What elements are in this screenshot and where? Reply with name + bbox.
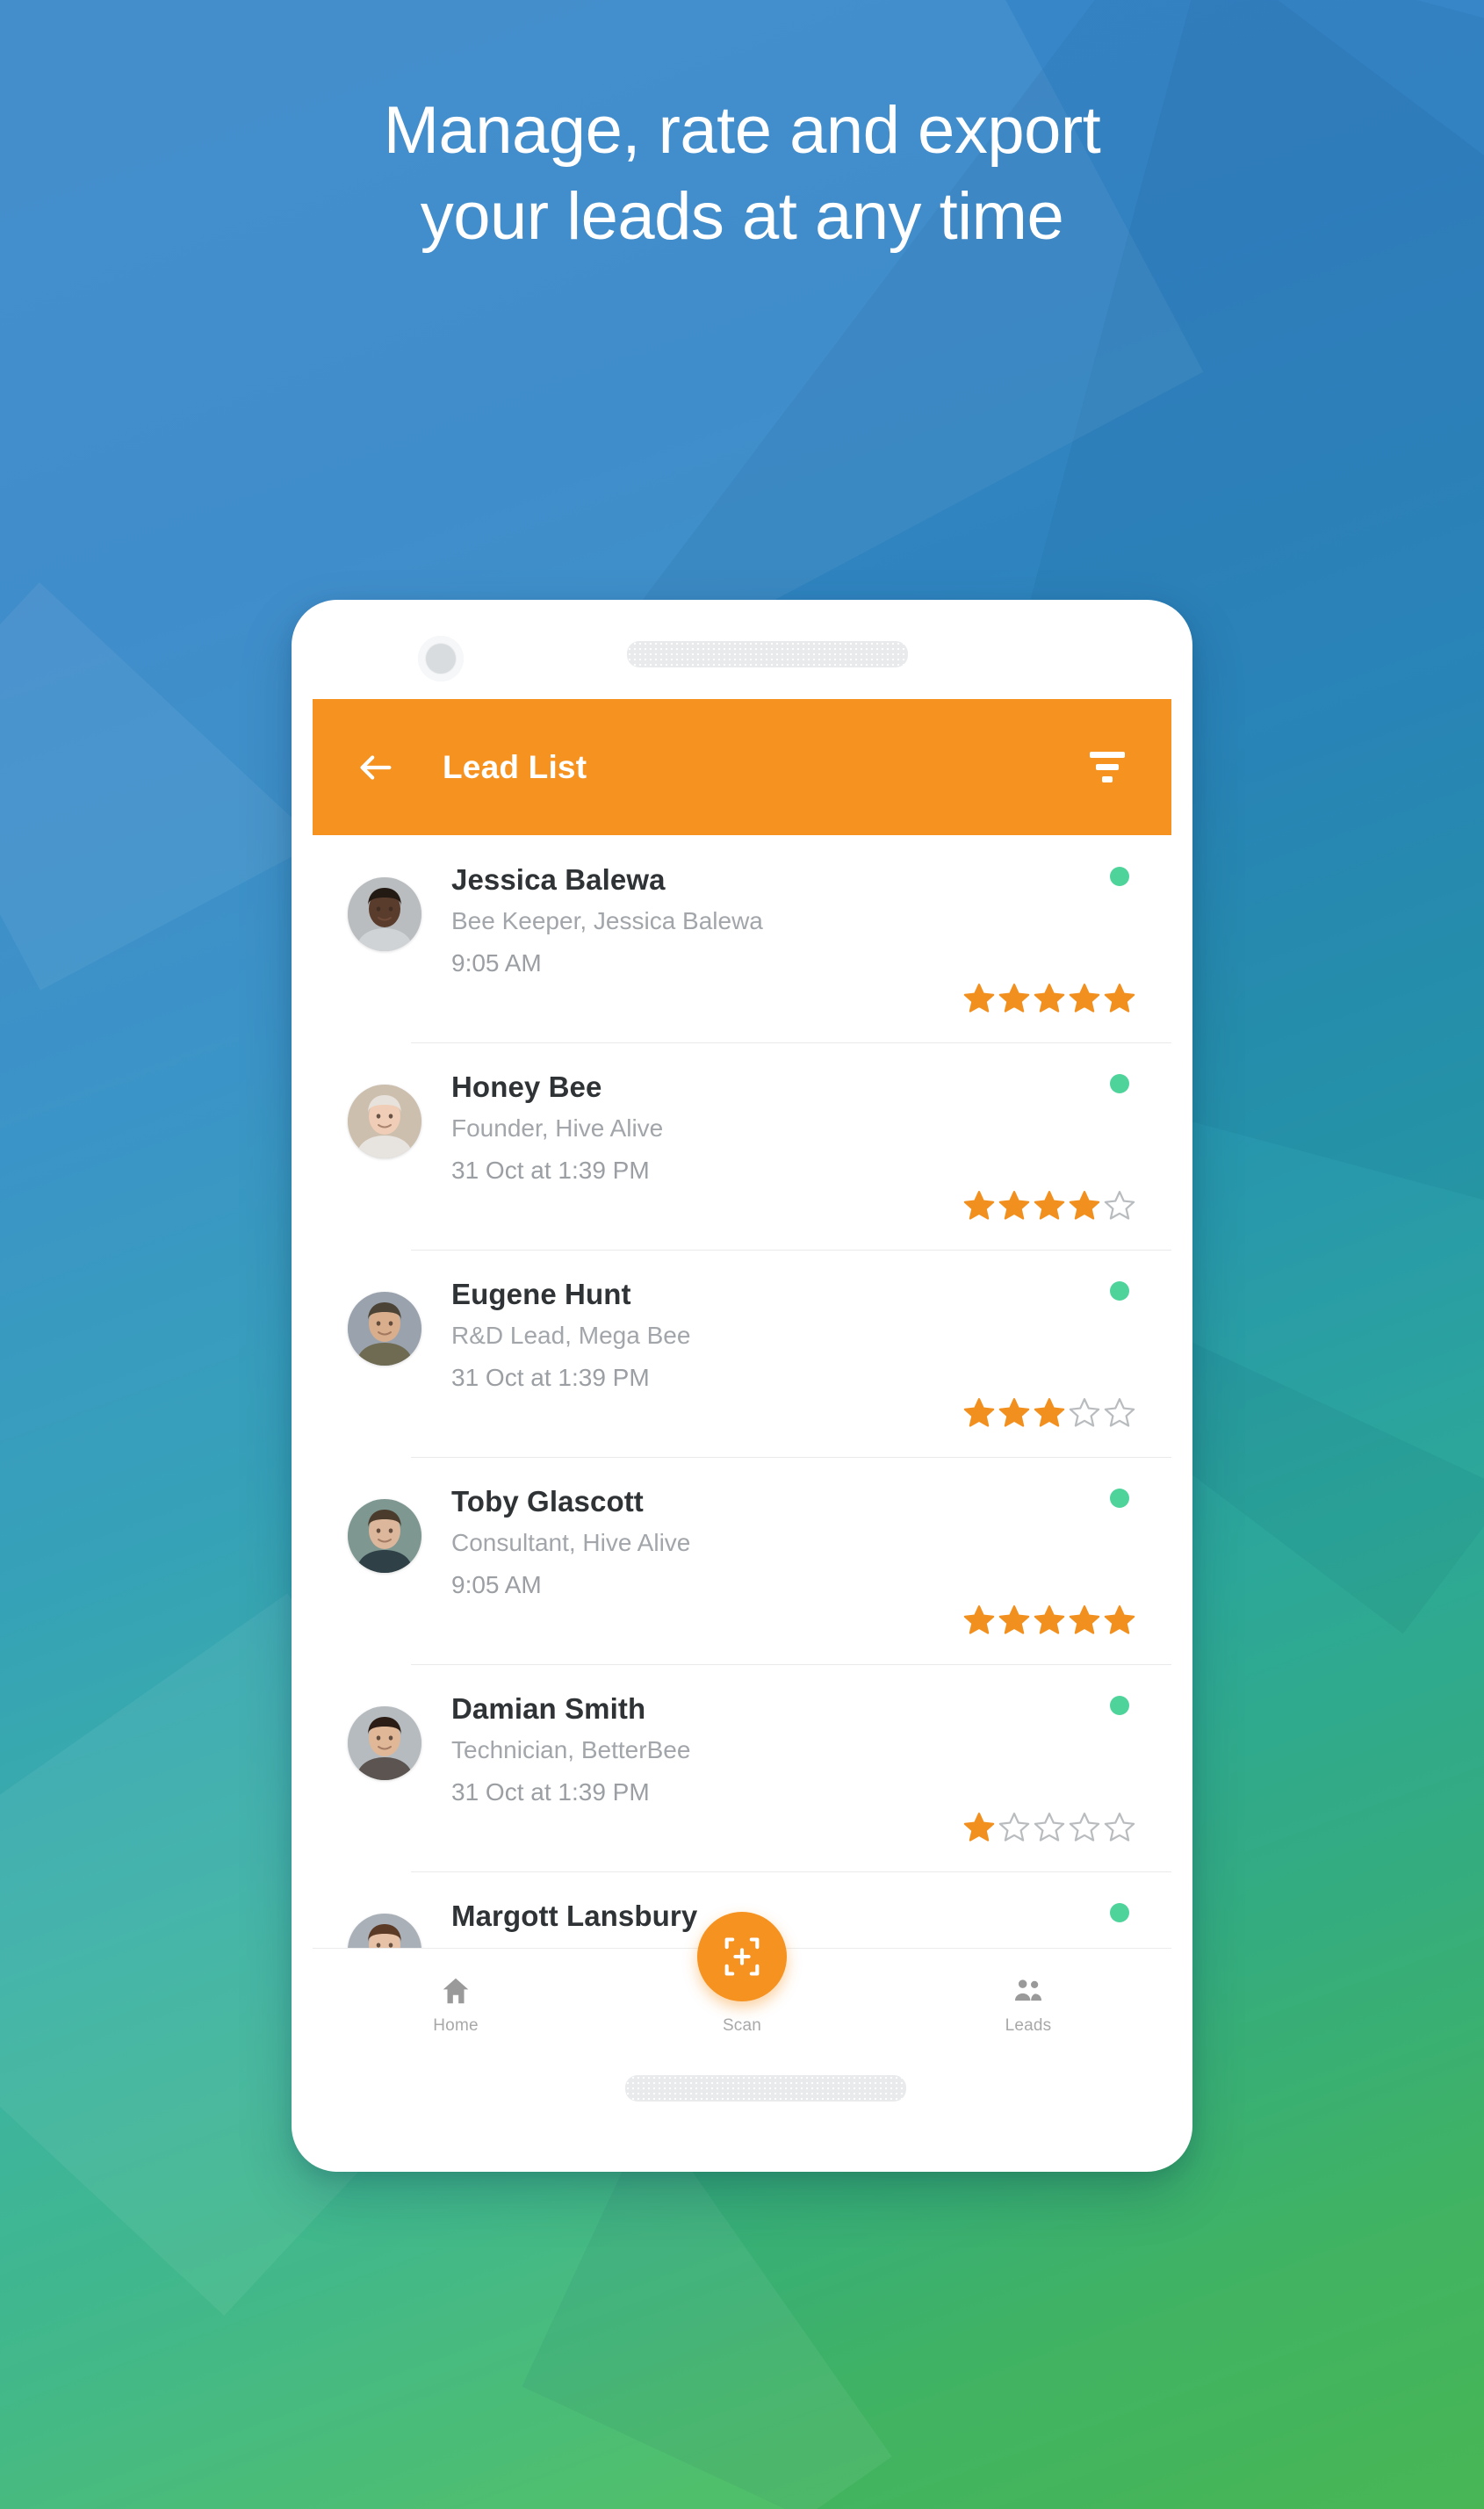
nav-label-leads: Leads: [1005, 2016, 1052, 2035]
star-icon[interactable]: [962, 1395, 996, 1429]
phone-screen: Lead List Jessica Balewa Bee Keeper, Jess…: [313, 699, 1171, 2053]
bottom-navigation: Home Scan Leads: [313, 1912, 1171, 2053]
lead-list-item[interactable]: Damian Smith Technician, BetterBee 31 Oct …: [313, 1664, 1171, 1871]
lead-list: Jessica Balewa Bee Keeper, Jessica Balewa…: [313, 835, 1171, 2053]
lead-list-item[interactable]: Eugene Hunt R&D Lead, Mega Bee 31 Oct at 1…: [313, 1250, 1171, 1457]
star-icon[interactable]: [998, 1810, 1031, 1843]
status-badge: [1110, 1281, 1129, 1301]
star-icon[interactable]: [1068, 981, 1101, 1014]
lead-meta: [934, 1069, 1136, 1227]
avatar: [348, 1706, 421, 1780]
filter-icon[interactable]: [1080, 740, 1135, 795]
star-icon[interactable]: [1033, 1603, 1066, 1636]
page-title: Lead List: [443, 748, 587, 785]
star-icon[interactable]: [1033, 1188, 1066, 1222]
star-icon[interactable]: [1103, 1810, 1136, 1843]
nav-label-home: Home: [433, 2016, 479, 2035]
status-badge: [1110, 1074, 1129, 1093]
star-icon[interactable]: [962, 981, 996, 1014]
star-icon[interactable]: [1103, 981, 1136, 1014]
lead-list-item[interactable]: Toby Glascott Consultant, Hive Alive 9:05 …: [313, 1457, 1171, 1664]
avatar: [348, 1292, 421, 1366]
speaker-grille-icon: [625, 2075, 906, 2102]
avatar: [348, 1085, 421, 1158]
phone-top-bezel: [292, 600, 1192, 699]
avatar: [348, 1499, 421, 1573]
star-icon[interactable]: [962, 1810, 996, 1843]
nav-item-home[interactable]: Home: [313, 1949, 599, 2053]
status-badge: [1110, 867, 1129, 886]
lead-meta: [934, 1483, 1136, 1641]
star-icon[interactable]: [1103, 1188, 1136, 1222]
camera-icon: [418, 636, 464, 681]
rating-stars[interactable]: [962, 981, 1136, 1014]
star-icon[interactable]: [1068, 1188, 1101, 1222]
page-headline: Manage, rate and export your leads at an…: [0, 97, 1484, 250]
speaker-grille-icon: [627, 641, 908, 667]
lead-list-item[interactable]: Honey Bee Founder, Hive Alive 31 Oct at 1:…: [313, 1042, 1171, 1250]
avatar: [348, 877, 421, 951]
status-badge: [1110, 1696, 1129, 1715]
phone-mockup: Lead List Jessica Balewa Bee Keeper, Jess…: [292, 600, 1192, 2172]
status-badge: [1110, 1903, 1129, 1922]
star-icon[interactable]: [1033, 981, 1066, 1014]
scan-fab-button[interactable]: [697, 1912, 787, 2001]
headline-line-2: your leads at any time: [420, 178, 1064, 254]
lead-meta: [934, 1691, 1136, 1849]
app-bar: Lead List: [313, 699, 1171, 835]
rating-stars[interactable]: [962, 1395, 1136, 1429]
filter-bar: [1096, 764, 1119, 770]
filter-bar: [1102, 776, 1113, 782]
nav-item-scan[interactable]: Scan: [599, 1912, 885, 2053]
star-icon[interactable]: [962, 1603, 996, 1636]
star-icon[interactable]: [1068, 1603, 1101, 1636]
lead-list-item[interactable]: Jessica Balewa Bee Keeper, Jessica Balewa…: [313, 835, 1171, 1042]
lead-meta: [934, 1276, 1136, 1434]
arrow-left-icon[interactable]: [349, 741, 402, 794]
star-icon[interactable]: [962, 1188, 996, 1222]
star-icon[interactable]: [1033, 1395, 1066, 1429]
home-icon: [439, 1973, 472, 2008]
rating-stars[interactable]: [962, 1810, 1136, 1843]
nav-label-scan: Scan: [722, 2016, 762, 2035]
star-icon[interactable]: [1103, 1603, 1136, 1636]
star-icon[interactable]: [998, 1603, 1031, 1636]
people-icon: [1012, 1973, 1045, 2008]
star-icon[interactable]: [998, 1395, 1031, 1429]
star-icon[interactable]: [998, 1188, 1031, 1222]
lead-meta: [934, 862, 1136, 1020]
star-icon[interactable]: [1103, 1395, 1136, 1429]
nav-item-leads[interactable]: Leads: [885, 1949, 1171, 2053]
filter-bar: [1090, 752, 1125, 758]
rating-stars[interactable]: [962, 1603, 1136, 1636]
rating-stars[interactable]: [962, 1188, 1136, 1222]
star-icon[interactable]: [1068, 1395, 1101, 1429]
status-badge: [1110, 1489, 1129, 1508]
star-icon[interactable]: [1068, 1810, 1101, 1843]
headline-line-1: Manage, rate and export: [383, 93, 1101, 168]
star-icon[interactable]: [1033, 1810, 1066, 1843]
star-icon[interactable]: [998, 981, 1031, 1014]
